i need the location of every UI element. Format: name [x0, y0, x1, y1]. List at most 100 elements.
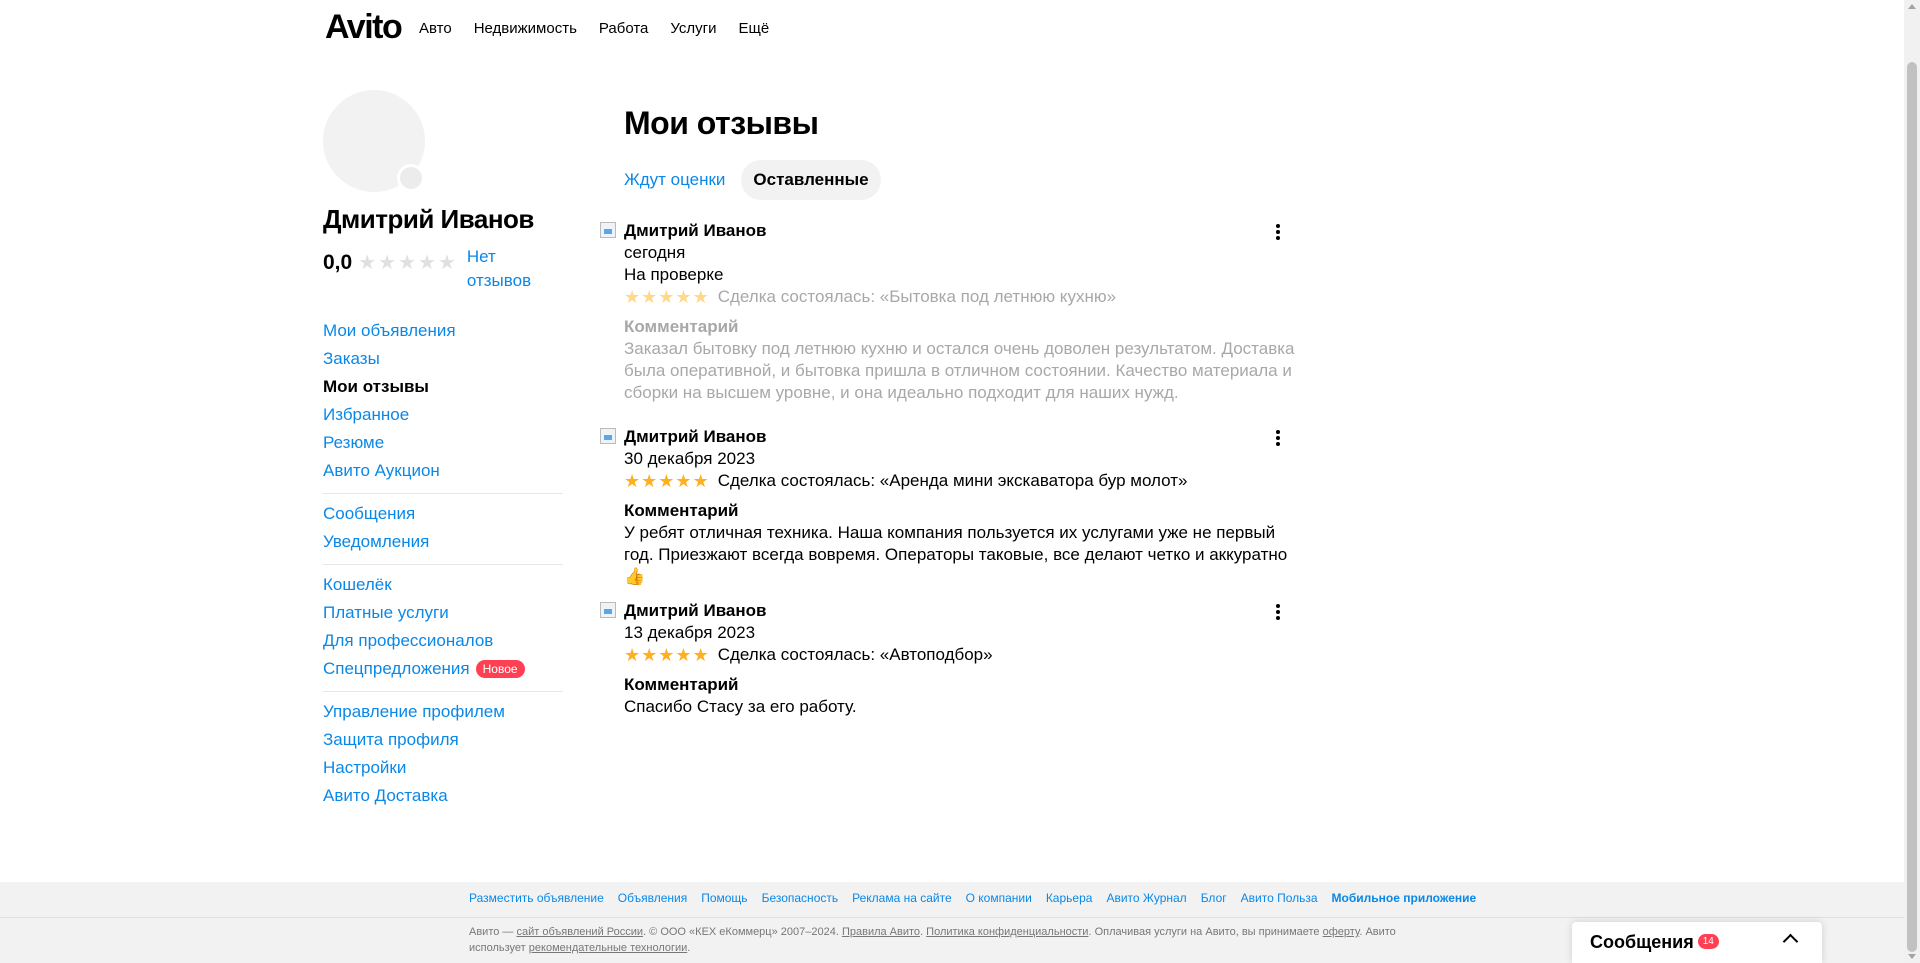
legal-link-site[interactable]: сайт объявлений России — [516, 926, 643, 938]
scrollbar-thumb[interactable] — [1907, 62, 1917, 952]
menu-item-settings[interactable]: Настройки — [323, 754, 563, 782]
avatar-edit-badge[interactable] — [397, 164, 425, 192]
messages-widget-label: Сообщения — [1590, 932, 1694, 952]
more-options-icon[interactable] — [1268, 222, 1288, 242]
footer-link-mobile-app[interactable]: Мобильное приложение — [1332, 891, 1477, 905]
star-icon: ★ — [675, 471, 692, 491]
tab-awaiting-rating[interactable]: Ждут оценки — [612, 160, 737, 200]
footer-links: Разместить объявление Объявления Помощь … — [469, 891, 1490, 905]
menu-item-my-ads[interactable]: Мои объявления — [323, 317, 563, 345]
review-deal-row: ★ ★ ★ ★ ★ Сделка состоялась: «Аренда мин… — [624, 470, 1320, 492]
footer-legal: Авито — сайт объявлений России. © ООО «К… — [469, 924, 1419, 956]
review-item: Дмитрий Иванов 13 декабря 2023 ★ ★ ★ ★ ★… — [600, 600, 1320, 718]
menu-item-auction[interactable]: Авито Аукцион — [323, 457, 563, 485]
reviewer-avatar-icon — [600, 222, 616, 238]
review-date: сегодня — [624, 243, 686, 262]
review-item: Дмитрий Иванов 30 декабря 2023 ★ ★ ★ ★ ★… — [600, 426, 1320, 588]
footer-link-avito-benefit[interactable]: Авито Польза — [1241, 891, 1318, 905]
legal-link-privacy[interactable]: Политика конфиденциальности — [926, 926, 1088, 938]
footer-link-post-ad[interactable]: Разместить объявление — [469, 891, 604, 905]
reviewer-avatar-icon — [600, 428, 616, 444]
menu-item-paid-services[interactable]: Платные услуги — [323, 599, 563, 627]
footer-divider — [0, 917, 1904, 918]
chevron-up-icon[interactable] — [1782, 933, 1799, 950]
review-stars: ★ ★ ★ ★ ★ — [624, 644, 710, 666]
review-date: 30 декабря 2023 — [624, 449, 756, 468]
menu-group: Управление профилем Защита профиля Настр… — [323, 692, 563, 818]
profile-rating: 0,0 ★ ★ ★ ★ ★ Нет отзывов — [323, 245, 563, 293]
menu-item-orders[interactable]: Заказы — [323, 345, 563, 373]
no-reviews-link[interactable]: Нет отзывов — [467, 245, 537, 293]
nav-item-auto[interactable]: Авто — [419, 20, 452, 37]
star-icon: ★ — [624, 471, 641, 491]
menu-item-resume[interactable]: Резюме — [323, 429, 563, 457]
footer-link-security[interactable]: Безопасность — [762, 891, 839, 905]
nav-item-jobs[interactable]: Работа — [599, 20, 649, 37]
legal-text: . — [687, 942, 691, 954]
messages-widget[interactable]: Сообщения 14 — [1572, 922, 1822, 963]
review-stars: ★ ★ ★ ★ ★ — [624, 286, 710, 308]
menu-item-profile-protection[interactable]: Защита профиля — [323, 726, 563, 754]
profile-name: Дмитрий Иванов — [323, 204, 534, 234]
footer-link-about[interactable]: О компании — [966, 891, 1032, 905]
review-author: Дмитрий Иванов — [624, 221, 767, 240]
scroll-down-arrow-icon[interactable] — [1908, 954, 1916, 959]
star-icon: ★ — [641, 287, 658, 307]
avito-logo[interactable]: Avito — [325, 8, 403, 47]
star-icon: ★ — [658, 287, 675, 307]
menu-item-avito-delivery[interactable]: Авито Доставка — [323, 782, 563, 810]
menu-item-wallet[interactable]: Кошелёк — [323, 571, 563, 599]
star-icon: ★ — [641, 645, 658, 665]
scroll-up-arrow-icon[interactable] — [1908, 4, 1916, 9]
tab-left-reviews[interactable]: Оставленные — [741, 160, 881, 200]
review-deal: Сделка состоялась: «Аренда мини экскават… — [717, 471, 1188, 490]
star-icon: ★ — [658, 471, 675, 491]
review-date: 13 декабря 2023 — [624, 623, 756, 642]
legal-text: Авито — — [469, 926, 517, 938]
menu-item-for-pros[interactable]: Для профессионалов — [323, 627, 563, 655]
footer-link-help[interactable]: Помощь — [701, 891, 747, 905]
page-scrollbar[interactable] — [1904, 0, 1920, 963]
review-deal-row: ★ ★ ★ ★ ★ Сделка состоялась: «Автоподбор… — [624, 644, 1320, 666]
reviewer-avatar-icon — [600, 602, 616, 618]
star-icon: ★ — [418, 252, 436, 274]
reviews-tabs: Ждут оценки Оставленные — [612, 160, 1320, 200]
avatar[interactable] — [323, 90, 425, 192]
footer-link-ads[interactable]: Объявления — [618, 891, 687, 905]
footer-link-career[interactable]: Карьера — [1046, 891, 1093, 905]
menu-group: Сообщения Уведомления — [323, 494, 563, 565]
review-author: Дмитрий Иванов — [624, 427, 767, 446]
profile-menu: Мои объявления Заказы Мои отзывы Избранн… — [323, 311, 563, 818]
menu-item-notifications[interactable]: Уведомления — [323, 528, 563, 556]
nav-item-realty[interactable]: Недвижимость — [474, 20, 577, 37]
menu-item-favorites[interactable]: Избранное — [323, 401, 563, 429]
nav-item-more[interactable]: Ещё — [739, 20, 770, 37]
star-icon: ★ — [624, 645, 641, 665]
review-item: Дмитрий Иванов сегодня На проверке ★ ★ ★… — [600, 220, 1320, 404]
menu-item-profile-management[interactable]: Управление профилем — [323, 698, 563, 726]
comment-label: Комментарий — [624, 501, 739, 520]
star-icon: ★ — [641, 471, 658, 491]
legal-link-offer[interactable]: оферту — [1323, 926, 1360, 938]
more-options-icon[interactable] — [1268, 602, 1288, 622]
rating-value: 0,0 — [323, 251, 353, 274]
menu-item-my-reviews[interactable]: Мои отзывы — [323, 373, 563, 401]
footer-link-journal[interactable]: Авито Журнал — [1106, 891, 1186, 905]
footer-link-blog[interactable]: Блог — [1201, 891, 1227, 905]
header: Avito Авто Недвижимость Работа Услуги Ещ… — [0, 0, 1904, 60]
star-icon: ★ — [692, 287, 709, 307]
menu-item-special-offers[interactable]: Спецпредложения Новое — [323, 655, 563, 683]
comment-label: Комментарий — [624, 675, 739, 694]
star-icon: ★ — [437, 252, 456, 274]
nav-item-services[interactable]: Услуги — [670, 20, 716, 37]
review-stars: ★ ★ ★ ★ ★ — [624, 470, 710, 492]
star-icon: ★ — [358, 252, 377, 274]
legal-link-rules[interactable]: Правила Авито — [842, 926, 920, 938]
star-icon: ★ — [675, 287, 692, 307]
legal-link-recommendation-tech[interactable]: рекомендательные технологии — [529, 942, 688, 954]
menu-item-messages[interactable]: Сообщения — [323, 500, 563, 528]
star-icon: ★ — [675, 645, 692, 665]
more-options-icon[interactable] — [1268, 428, 1288, 448]
footer-link-advertising[interactable]: Реклама на сайте — [852, 891, 952, 905]
comment-label: Комментарий — [624, 317, 739, 336]
